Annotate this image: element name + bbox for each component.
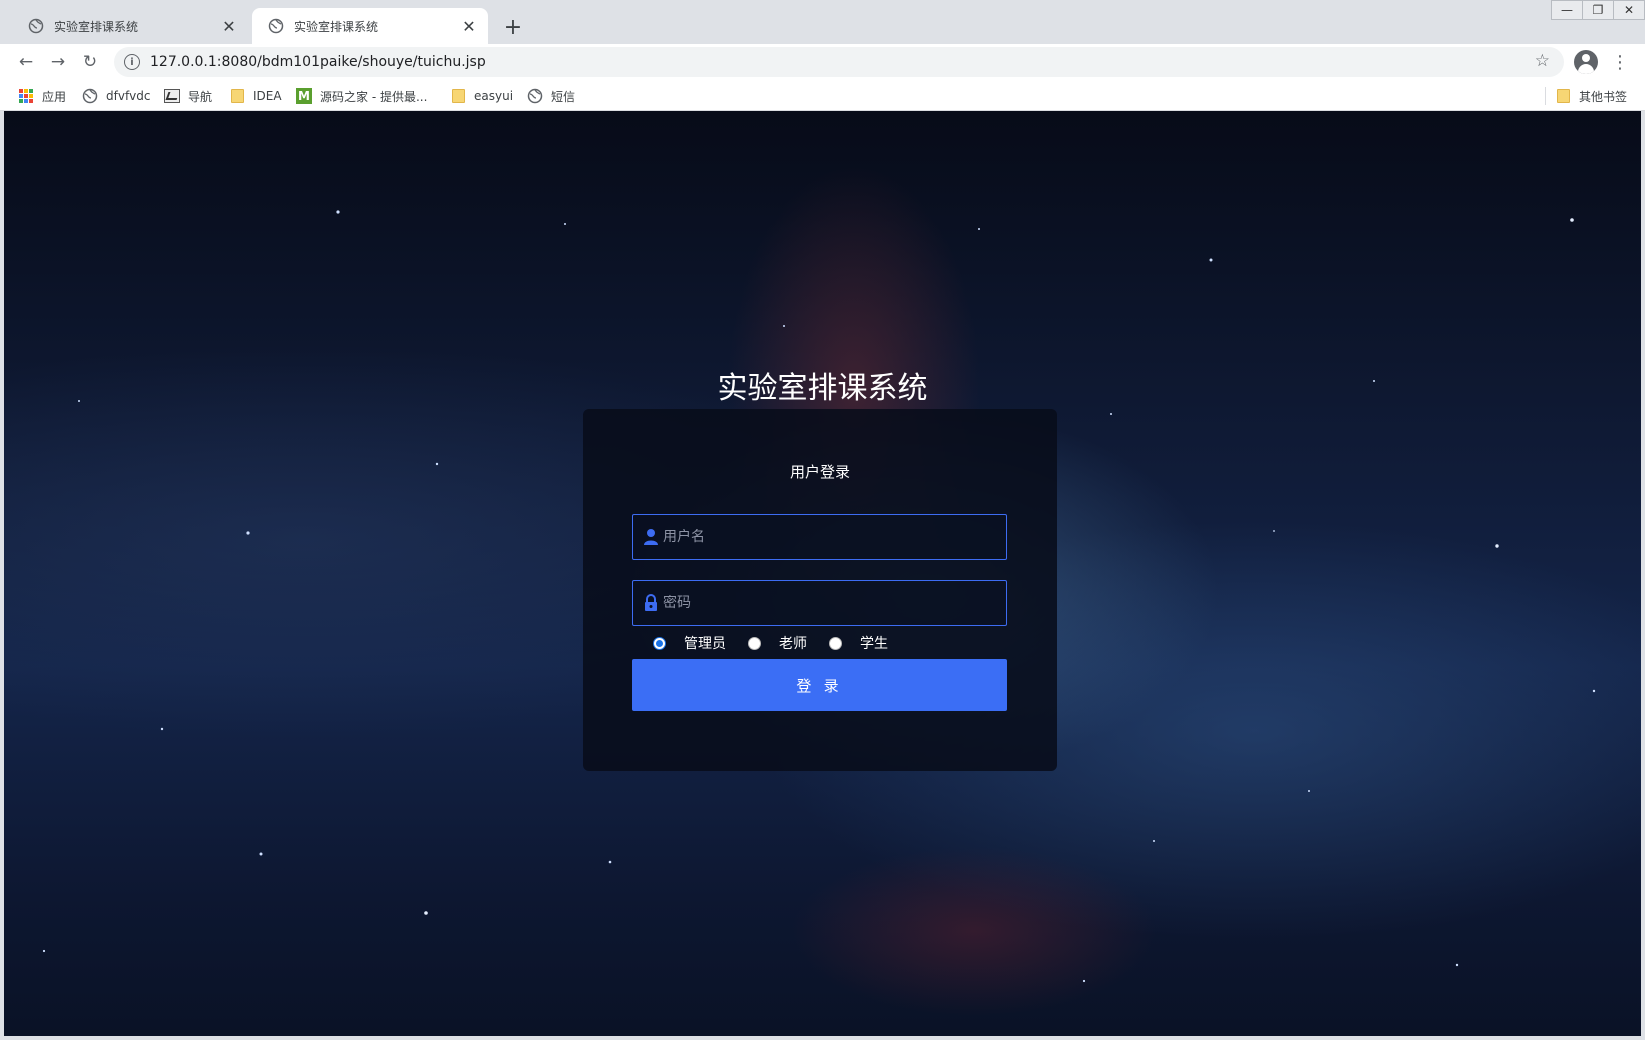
bookmark-star-icon[interactable]: ☆ xyxy=(1535,51,1550,71)
bookmark-label: dfvfvdc xyxy=(106,89,151,103)
info-icon[interactable]: i xyxy=(124,54,140,70)
url-text: 127.0.0.1:8080/bdm101paike/shouye/tuichu… xyxy=(150,54,486,70)
bookmark-sms[interactable]: 短信 xyxy=(527,85,575,107)
minimize-icon[interactable]: — xyxy=(1551,0,1583,20)
more-menu-icon[interactable]: ⋮ xyxy=(1611,50,1629,74)
browser-titlebar: 实验室排课系统 ✕ 实验室排课系统 ✕ + — ❐ ✕ xyxy=(0,0,1645,44)
bookmark-label: 源码之家 - 提供最... xyxy=(320,89,428,104)
profile-avatar-icon[interactable] xyxy=(1574,50,1598,74)
maximize-icon[interactable]: ❐ xyxy=(1582,0,1614,20)
bookmark-easyui[interactable]: easyui xyxy=(450,85,513,107)
forward-arrow-icon[interactable]: → xyxy=(46,50,70,74)
role-label-admin: 管理员 xyxy=(684,636,726,652)
close-window-icon[interactable]: ✕ xyxy=(1613,0,1645,20)
bookmark-label: 导航 xyxy=(188,89,213,104)
close-tab-icon[interactable]: ✕ xyxy=(460,17,478,36)
bookmark-separator xyxy=(1545,87,1546,105)
other-bookmarks[interactable]: 其他书签 xyxy=(1555,85,1627,107)
login-button[interactable]: 登 录 xyxy=(632,659,1007,711)
page-viewport: 实验室排课系统 用户登录 管理员 老师 学生 登 录 xyxy=(4,111,1641,1036)
password-field[interactable] xyxy=(632,580,1007,626)
role-label-teacher: 老师 xyxy=(779,636,807,652)
bookmark-label: 短信 xyxy=(551,89,576,104)
tab-title: 实验室排课系统 xyxy=(54,19,139,34)
tab-inactive[interactable]: 实验室排课系统 ✕ xyxy=(12,8,248,44)
browser-toolbar: ← → ↻ i 127.0.0.1:8080/bdm101paike/shouy… xyxy=(0,44,1645,80)
globe-icon xyxy=(82,88,98,104)
back-arrow-icon[interactable]: ← xyxy=(14,50,38,74)
plus-icon[interactable]: + xyxy=(500,14,526,40)
folder-icon xyxy=(229,88,245,104)
username-field[interactable] xyxy=(632,514,1007,560)
apps-grid-icon xyxy=(18,88,34,104)
tab-active[interactable]: 实验室排课系统 ✕ xyxy=(252,8,488,44)
bookmarks-bar: 应用 dfvfvdc 导航 IDEA M 源码之家 - 提供最... easyu… xyxy=(0,80,1645,111)
window-controls: — ❐ ✕ xyxy=(1551,0,1645,20)
bookmark-label: 应用 xyxy=(42,89,67,104)
bookmark-label: easyui xyxy=(474,89,514,103)
folder-icon xyxy=(450,88,466,104)
bookmark-apps[interactable]: 应用 xyxy=(18,85,66,107)
role-radio-teacher[interactable] xyxy=(748,636,761,650)
login-heading: 用户登录 xyxy=(789,463,850,481)
m-logo-icon: M xyxy=(296,88,312,104)
folder-icon xyxy=(1555,88,1571,104)
reload-icon[interactable]: ↻ xyxy=(78,50,102,74)
address-bar[interactable]: i 127.0.0.1:8080/bdm101paike/shouye/tuic… xyxy=(114,47,1564,77)
globe-icon xyxy=(527,88,543,104)
bookmark-label: IDEA xyxy=(253,89,282,103)
tab-title: 实验室排课系统 xyxy=(294,19,379,34)
close-tab-icon[interactable]: ✕ xyxy=(220,17,238,36)
lock-icon xyxy=(643,594,659,612)
role-radio-student[interactable] xyxy=(829,636,842,650)
user-icon xyxy=(643,528,659,546)
bookmark-label: 其他书签 xyxy=(1579,89,1628,104)
bookmark-dfvfvdc[interactable]: dfvfvdc xyxy=(82,85,150,107)
bookmark-idea[interactable]: IDEA xyxy=(229,85,282,107)
username-input[interactable] xyxy=(663,529,993,545)
bookmark-nav[interactable]: 导航 xyxy=(164,85,212,107)
bookmark-yuanma[interactable]: M 源码之家 - 提供最... xyxy=(296,85,427,107)
app-title: 实验室排课系统 xyxy=(717,371,928,406)
role-label-student: 学生 xyxy=(860,636,888,652)
globe-icon xyxy=(28,18,44,34)
globe-icon xyxy=(268,18,284,34)
nav-image-icon xyxy=(164,88,180,104)
login-card: 用户登录 管理员 老师 学生 登 录 xyxy=(583,409,1057,771)
role-radio-admin[interactable] xyxy=(653,636,666,650)
role-selector: 管理员 老师 学生 xyxy=(653,633,910,653)
password-input[interactable] xyxy=(663,595,993,611)
